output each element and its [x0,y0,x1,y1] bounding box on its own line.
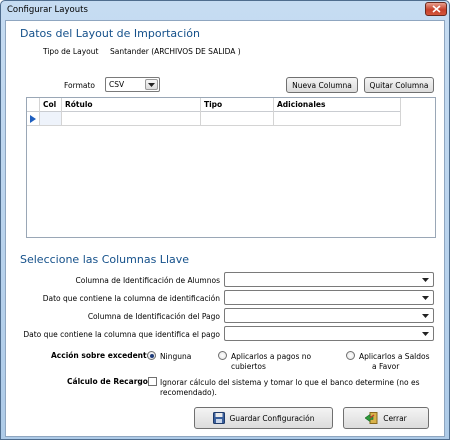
excess-apply-uncovered-label-line1[interactable]: Aplicarlos a pagos no [231,352,311,361]
cell-rotulo[interactable] [62,112,201,125]
payment-id-column-select[interactable] [224,308,434,323]
excess-apply-balance-label-line1[interactable]: Aplicarlos a Saldos [359,352,430,361]
close-button[interactable]: Cerrar [343,407,429,429]
grid-header-adicionales: Adicionales [274,98,401,112]
format-select-value: CSV [109,80,125,89]
student-id-column-label: Columna de Identificación de Alumnos [75,276,221,285]
key-section-title: Seleccione las Columnas Llave [20,253,190,266]
table-row[interactable] [27,112,401,126]
excess-apply-balance-label-line2[interactable]: a Favor [372,362,399,371]
window-close-button[interactable] [425,2,447,16]
excess-none-label[interactable]: Ninguna [160,352,191,361]
surcharge-label: Cálculo de Recargos [67,377,153,386]
close-icon [431,5,441,13]
grid-header: Col Rótulo Tipo Adicionales [27,98,401,112]
current-row-arrow-icon [30,115,36,123]
chevron-down-icon [419,310,432,321]
row-header-cell [27,112,40,125]
import-section-title: Datos del Layout de Importación [20,27,200,40]
title-bar[interactable]: Configurar Layouts [1,1,449,20]
dialog-body: Datos del Layout de Importación Tipo de … [5,20,445,437]
columns-grid[interactable]: Col Rótulo Tipo Adicionales [26,97,436,238]
grid-header-tipo: Tipo [201,98,274,112]
student-id-column-select[interactable] [224,272,434,287]
id-data-select[interactable] [224,290,434,305]
ignore-surcharge-text-line2[interactable]: recomendado). [160,388,217,397]
grid-header-rotulo: Rótulo [62,98,201,112]
layout-type-label: Tipo de Layout [43,47,99,56]
ignore-surcharge-checkbox[interactable] [148,377,157,386]
cell-tipo[interactable] [201,112,274,125]
chevron-down-icon [145,79,158,90]
payment-data-label: Dato que contiene la columna que identif… [23,330,220,339]
cell-adicionales[interactable] [274,112,401,125]
layout-type-value: Santander (ARCHIVOS DE SALIDA ) [110,47,241,56]
chevron-down-icon [419,328,432,339]
floppy-disk-icon [212,412,225,424]
exit-door-icon [365,412,378,424]
excess-apply-balance-radio[interactable] [346,351,355,360]
save-configuration-label: Guardar Configuración [229,413,315,423]
excess-apply-uncovered-label-line2[interactable]: cubiertos [231,362,266,371]
cell-col[interactable] [40,112,62,125]
payment-id-column-label: Columna de Identificación del Pago [87,312,220,321]
grid-header-indicator [27,98,40,112]
payment-data-select[interactable] [224,326,434,341]
new-column-button[interactable]: Nueva Columna [286,77,358,93]
close-button-label: Cerrar [383,413,407,423]
save-configuration-button[interactable]: Guardar Configuración [194,407,333,429]
chevron-down-icon [419,274,432,285]
excess-none-radio[interactable] [147,351,156,360]
grid-header-col: Col [40,98,62,112]
excess-action-label: Acción sobre excedentes [51,351,157,360]
format-select[interactable]: CSV [105,77,160,92]
chevron-down-icon [419,292,432,303]
configurar-layouts-window: Configurar Layouts Datos del Layout de I… [0,0,450,440]
remove-column-button[interactable]: Quitar Columna [364,77,434,93]
window-title: Configurar Layouts [7,5,88,15]
ignore-surcharge-text-line1[interactable]: Ignorar cálculo del sistema y tomar lo q… [160,378,420,387]
excess-apply-uncovered-radio[interactable] [218,351,227,360]
format-label: Formato [64,81,96,90]
id-data-label: Dato que contiene la columna de identifi… [42,294,220,303]
